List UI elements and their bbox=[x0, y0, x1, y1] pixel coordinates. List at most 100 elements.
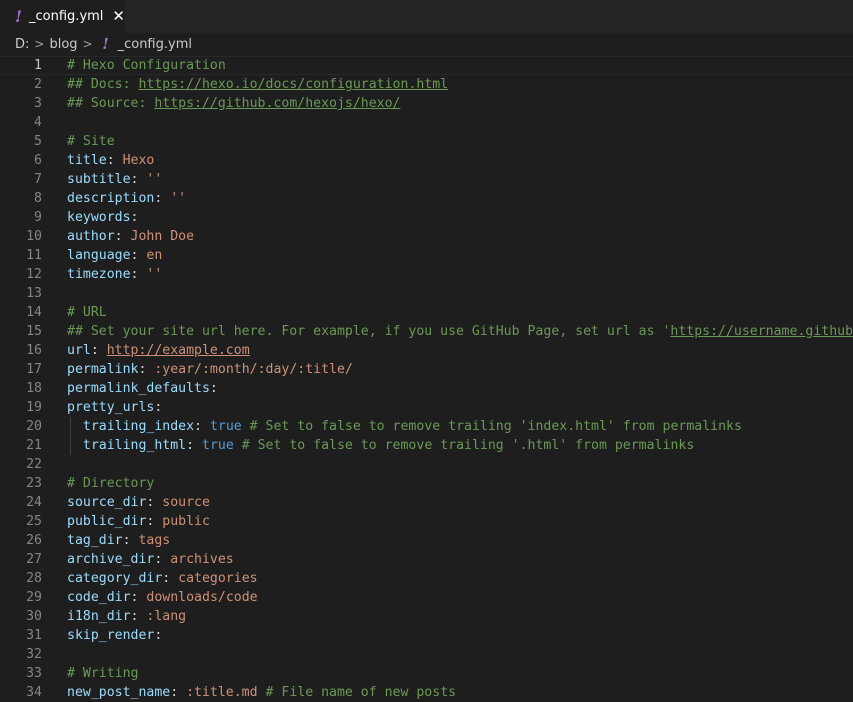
code-text: description: '' bbox=[67, 189, 186, 208]
tab-label: _config.yml bbox=[29, 9, 104, 24]
code-text: ## Docs: https://hexo.io/docs/configurat… bbox=[67, 75, 448, 94]
breadcrumb-drive[interactable]: D: bbox=[15, 37, 29, 52]
code-line[interactable]: 21 trailing_html: true # Set to false to… bbox=[0, 436, 853, 455]
chevron-right-icon: > bbox=[82, 37, 93, 51]
code-line[interactable]: 6 title: Hexo bbox=[0, 151, 853, 170]
punctuation-token: : bbox=[106, 153, 123, 168]
code-line[interactable]: 5 # Site bbox=[0, 132, 853, 151]
tab-config-yml[interactable]: ! _config.yml ✕ bbox=[0, 0, 125, 33]
code-line[interactable]: 7 subtitle: '' bbox=[0, 170, 853, 189]
code-line[interactable]: 28 category_dir: categories bbox=[0, 569, 853, 588]
value-token: categories bbox=[178, 571, 258, 586]
comment-token: # Writing bbox=[67, 666, 139, 681]
code-line[interactable]: 9 keywords: bbox=[0, 208, 853, 227]
key-token: url bbox=[67, 343, 91, 358]
comment-token: # Directory bbox=[67, 476, 155, 491]
code-line[interactable]: 26 tag_dir: tags bbox=[0, 531, 853, 550]
line-number: 14 bbox=[26, 305, 42, 320]
code-line[interactable]: 3 ## Source: https://github.com/hexojs/he… bbox=[0, 94, 853, 113]
punctuation-token: : bbox=[154, 400, 163, 415]
line-number: 24 bbox=[26, 495, 42, 510]
line-number: 25 bbox=[26, 514, 42, 529]
punctuation-token: : bbox=[154, 552, 171, 567]
key-token: language bbox=[67, 248, 131, 263]
code-text: archive_dir: archives bbox=[67, 550, 234, 569]
code-line[interactable]: 31 skip_render: bbox=[0, 626, 853, 645]
code-line[interactable]: 20 trailing_index: true # Set to false t… bbox=[0, 417, 853, 436]
code-line[interactable]: 24 source_dir: source bbox=[0, 493, 853, 512]
code-text: pretty_urls: bbox=[67, 398, 162, 417]
code-text: i18n_dir: :lang bbox=[67, 607, 186, 626]
url-value-token[interactable]: http://example.com bbox=[107, 343, 250, 358]
code-line[interactable]: 33 # Writing bbox=[0, 664, 853, 683]
line-number: 2 bbox=[34, 77, 42, 92]
value-token: downloads/code bbox=[146, 590, 258, 605]
code-line[interactable]: 22 bbox=[0, 455, 853, 474]
breadcrumb-folder[interactable]: blog bbox=[49, 37, 77, 52]
link-token[interactable]: https://username.github.io/project bbox=[670, 324, 853, 339]
code-line[interactable]: 30 i18n_dir: :lang bbox=[0, 607, 853, 626]
link-token[interactable]: https://hexo.io/docs/configuration.html bbox=[138, 77, 448, 92]
code-line[interactable]: 1 # Hexo Configuration bbox=[0, 56, 853, 75]
link-token[interactable]: https://github.com/hexojs/hexo/ bbox=[154, 96, 400, 111]
key-token: skip_render bbox=[67, 628, 155, 643]
code-line[interactable]: 10 author: John Doe bbox=[0, 227, 853, 246]
comment-token: # URL bbox=[67, 305, 107, 320]
code-line[interactable]: 32 bbox=[0, 645, 853, 664]
code-line[interactable]: 29 code_dir: downloads/code bbox=[0, 588, 853, 607]
code-line[interactable]: 27 archive_dir: archives bbox=[0, 550, 853, 569]
punctuation-token: : bbox=[130, 609, 147, 624]
code-text: trailing_index: true # Set to false to r… bbox=[67, 417, 742, 436]
code-line[interactable]: 15 ## Set your site url here. For example… bbox=[0, 322, 853, 341]
code-line[interactable]: 4 bbox=[0, 113, 853, 132]
close-icon[interactable]: ✕ bbox=[112, 9, 125, 24]
code-editor[interactable]: 1 # Hexo Configuration 2 ## Docs: https://h… bbox=[0, 55, 853, 702]
line-number: 28 bbox=[26, 571, 42, 586]
code-text: skip_render: bbox=[67, 626, 162, 645]
code-line[interactable]: 17 permalink: :year/:month/:day/:title/ bbox=[0, 360, 853, 379]
code-text: permalink_defaults: bbox=[67, 379, 218, 398]
key-token: permalink bbox=[67, 362, 139, 377]
value-token: :title.md bbox=[186, 685, 258, 700]
code-text: code_dir: downloads/code bbox=[67, 588, 258, 607]
comment-token: ## Source: bbox=[67, 96, 155, 111]
comment-token: # Set to false to remove trailing 'index… bbox=[241, 419, 742, 434]
code-line[interactable]: 25 public_dir: public bbox=[0, 512, 853, 531]
value-token: :lang bbox=[146, 609, 187, 624]
key-token: trailing_html bbox=[82, 438, 187, 453]
code-line[interactable]: 23 # Directory bbox=[0, 474, 853, 493]
comment-token: ## Docs: bbox=[67, 77, 139, 92]
code-text: # Directory bbox=[67, 474, 154, 493]
comment-token: ## Set your site url here. For example, … bbox=[67, 324, 671, 339]
code-line[interactable]: 19 pretty_urls: bbox=[0, 398, 853, 417]
code-line[interactable]: 16 url: http://example.com bbox=[0, 341, 853, 360]
line-number: 5 bbox=[34, 134, 42, 149]
breadcrumb-file[interactable]: _config.yml bbox=[118, 37, 192, 52]
code-line[interactable]: 2 ## Docs: https://hexo.io/docs/configura… bbox=[0, 75, 853, 94]
punctuation-token bbox=[67, 419, 83, 434]
breadcrumb: D: > blog > ! _config.yml bbox=[0, 33, 853, 55]
code-line[interactable]: 8 description: '' bbox=[0, 189, 853, 208]
code-line[interactable]: 18 permalink_defaults: bbox=[0, 379, 853, 398]
key-token: tag_dir bbox=[67, 533, 123, 548]
code-text: # Hexo Configuration bbox=[67, 56, 226, 75]
code-line[interactable]: 14 # URL bbox=[0, 303, 853, 322]
code-text: # URL bbox=[67, 303, 107, 322]
value-token: '' bbox=[170, 191, 187, 206]
punctuation-token: : bbox=[90, 343, 107, 358]
punctuation-token: : bbox=[154, 628, 163, 643]
line-number: 18 bbox=[26, 381, 42, 396]
key-token: keywords bbox=[67, 210, 131, 225]
code-line[interactable]: 11 language: en bbox=[0, 246, 853, 265]
code-line[interactable]: 34 new_post_name: :title.md # File name o… bbox=[0, 683, 853, 702]
code-line[interactable]: 13 bbox=[0, 284, 853, 303]
line-number: 33 bbox=[26, 666, 42, 681]
key-token: source_dir bbox=[67, 495, 147, 510]
code-line[interactable]: 12 timezone: '' bbox=[0, 265, 853, 284]
key-token: i18n_dir bbox=[67, 609, 131, 624]
comment-token: # File name of new posts bbox=[257, 685, 457, 700]
punctuation-token: : bbox=[130, 210, 139, 225]
code-text: author: John Doe bbox=[67, 227, 194, 246]
punctuation-token bbox=[67, 438, 83, 453]
key-token: pretty_urls bbox=[67, 400, 155, 415]
